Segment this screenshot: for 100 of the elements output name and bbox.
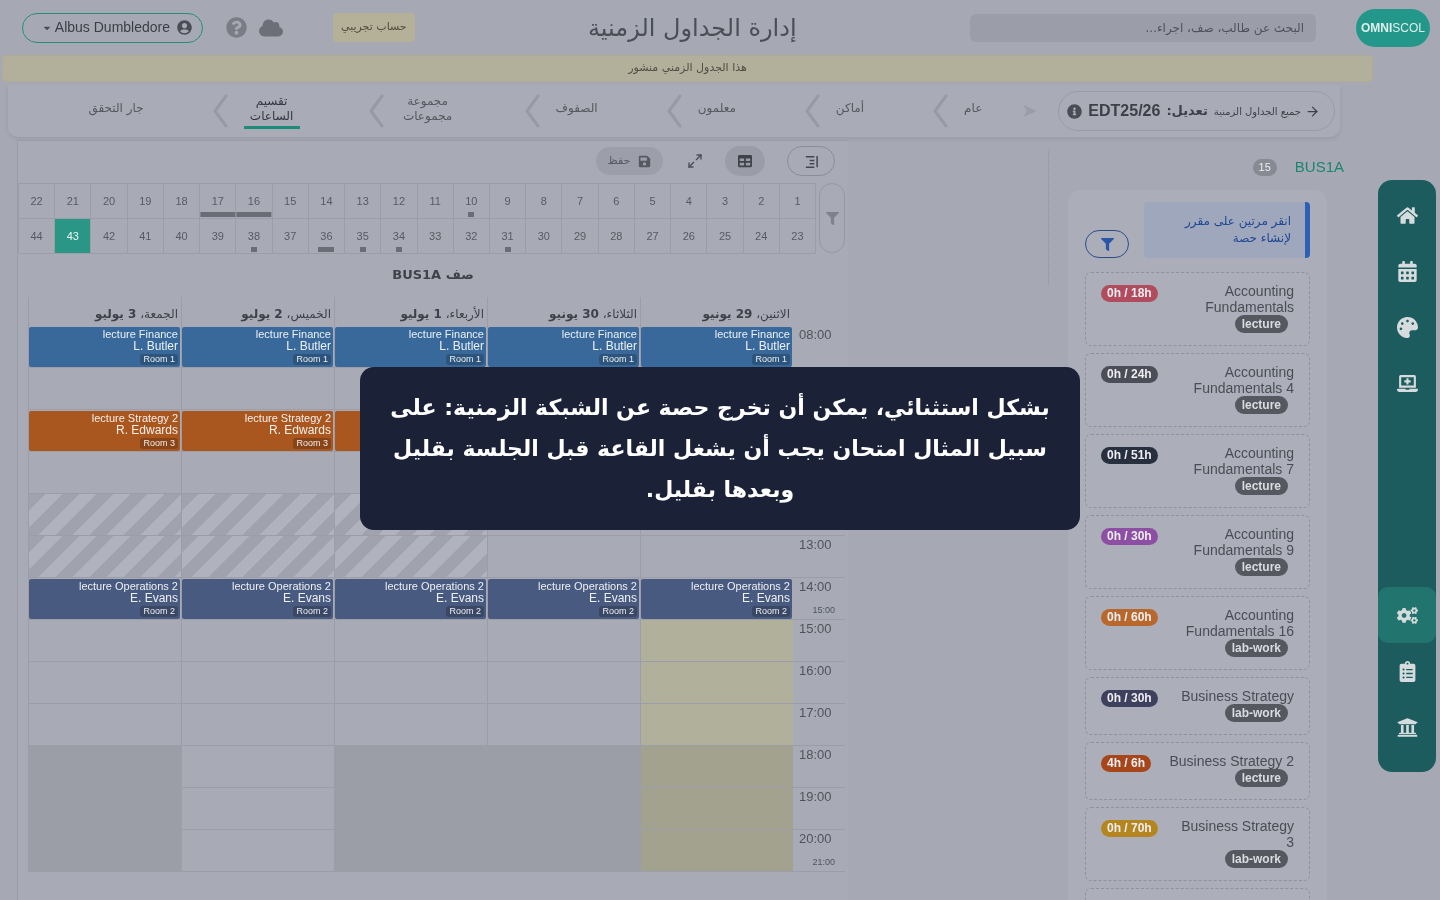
lesson-title: lecture Finance <box>102 328 178 340</box>
room-label: Room 3 <box>293 438 331 449</box>
week-cell[interactable]: 37 <box>272 219 309 254</box>
week-cell[interactable]: 40 <box>163 219 201 254</box>
step-tab[interactable]: الصفوف <box>555 101 598 121</box>
hour-label: 18:00 <box>798 746 832 762</box>
lesson-card[interactable]: lecture Operations 2 E. Evans Room 2 <box>488 579 639 619</box>
step-tab[interactable]: عام <box>964 101 983 121</box>
end-time-label: 21:00 <box>812 857 836 867</box>
lesson-card[interactable]: lecture Operations 2 E. Evans Room 2 <box>182 579 333 619</box>
lesson-card[interactable]: lecture Finance L. Butler Room 1 <box>29 327 180 367</box>
week-cell[interactable]: 20 <box>91 184 128 219</box>
week-cell[interactable]: 18 <box>163 184 201 219</box>
lesson-card[interactable]: lecture Finance L. Butler Room 1 <box>641 327 792 367</box>
week-cell[interactable]: 5 <box>634 184 672 219</box>
week-cell[interactable]: 11 <box>417 184 454 219</box>
week-cell[interactable]: 24 <box>743 219 780 254</box>
step-tab[interactable]: معلمون <box>697 101 736 121</box>
course-card[interactable]: Accounting Fundamentals 4 lecture 0h / 24h <box>1085 353 1310 427</box>
week-cell[interactable]: 13 <box>345 184 382 219</box>
week-cell[interactable]: 43 <box>55 219 92 254</box>
week-cell[interactable]: 41 <box>127 219 164 254</box>
hint-text: انقر مرتين على مقرر لإنشاء حصة <box>1183 213 1291 247</box>
lesson-card[interactable]: lecture Operations 2 E. Evans Room 2 <box>29 579 180 619</box>
lesson-card[interactable]: lecture Operations 2 E. Evans Room 2 <box>641 579 792 619</box>
teacher-name: R. Edwards <box>268 424 331 437</box>
week-cell[interactable]: 8 <box>526 184 563 219</box>
day-header: الاثنين، 29 يونيو <box>640 297 793 326</box>
lesson-card[interactable]: lecture Strategy 2 R. Edwards Room 3 <box>182 411 333 451</box>
nav-button[interactable] <box>1378 587 1436 643</box>
step-tab[interactable]: تقسيم الساعات <box>243 93 300 129</box>
week-cell[interactable]: 35 <box>345 219 382 254</box>
lesson-card[interactable]: lecture Finance L. Butler Room 1 <box>182 327 333 367</box>
count-badge: 15 <box>1252 159 1277 176</box>
week-cell[interactable]: 29 <box>562 219 599 254</box>
week-cell[interactable]: 12 <box>381 184 418 219</box>
week-cell[interactable]: 32 <box>453 219 490 254</box>
lesson-title: lecture Strategy 2 <box>244 412 331 424</box>
teacher-name: L. Butler <box>286 340 331 353</box>
room-label: Room 1 <box>140 354 178 365</box>
week-cell[interactable]: 26 <box>671 219 708 254</box>
week-cell[interactable]: 14 <box>308 184 346 219</box>
week-cell[interactable]: 6 <box>598 184 635 219</box>
week-cell[interactable]: 25 <box>707 219 744 254</box>
week-cell[interactable]: 38 <box>236 219 273 254</box>
week-cell[interactable]: 42 <box>91 219 128 254</box>
week-cell[interactable]: 15 <box>272 184 309 219</box>
search-field[interactable]: البحث عن طالب، صف، اجراء... <box>970 13 1316 42</box>
lesson-card[interactable]: lecture Finance L. Butler Room 1 <box>335 327 486 367</box>
user-icon <box>177 20 192 35</box>
week-cell[interactable]: 34 <box>381 219 418 254</box>
course-card[interactable]: Business Strategy 2 lecture 4h / 6h <box>1085 742 1310 800</box>
week-cell[interactable]: 33 <box>417 219 454 254</box>
step-tab[interactable]: أماكن <box>835 101 865 121</box>
week-cell[interactable]: 19 <box>127 184 164 219</box>
grid-view-button[interactable] <box>725 146 765 176</box>
course-card[interactable]: Accounting Fundamentals 9 lecture 0h / 30h <box>1085 515 1310 589</box>
filter-icon <box>825 211 839 225</box>
hour-label: 16:00 <box>798 662 832 678</box>
course-card[interactable]: Accounting Fundamentals 7 lecture 0h / 51h <box>1085 434 1310 508</box>
week-cell[interactable]: 10 <box>453 184 490 219</box>
week-cell[interactable]: 30 <box>526 219 563 254</box>
week-cell[interactable]: 23 <box>779 219 817 254</box>
teacher-name: L. Butler <box>439 340 484 353</box>
week-cell[interactable]: 31 <box>490 219 527 254</box>
back-link[interactable]: جميع الجداول الزمنية <box>1213 103 1320 119</box>
end-time-label: 15:00 <box>812 605 836 615</box>
week-cell[interactable]: 1 <box>779 184 817 219</box>
type-tag: lecture <box>1234 396 1288 414</box>
week-cell[interactable]: 39 <box>200 219 237 254</box>
published-banner: هذا الجدول الزمني منشور <box>2 55 1373 82</box>
course-card[interactable]: Business Strategy 3 lab-work 0h / 70h <box>1085 807 1310 881</box>
lesson-card[interactable]: lecture Operations 2 E. Evans Room 2 <box>335 579 486 619</box>
course-title: Business Strategy <box>1181 688 1294 704</box>
week-cell[interactable]: 22 <box>19 184 56 219</box>
info-icon[interactable] <box>1067 103 1083 119</box>
course-card[interactable]: Accounting Fundamentals 16 lab-work 0h / 60h <box>1085 596 1310 670</box>
course-title: Accounting Fundamentals <box>1204 283 1294 315</box>
course-card[interactable]: Accounting Fundamentals lecture 0h / 18h <box>1085 272 1310 346</box>
teacher-name: E. Evans <box>129 592 178 605</box>
lesson-card[interactable]: lecture Finance L. Butler Room 1 <box>488 327 639 367</box>
week-cell[interactable]: 36 <box>308 219 346 254</box>
room-label: Room 3 <box>140 438 178 449</box>
step-tab[interactable]: مجموعة مجموعات <box>399 93 456 129</box>
week-cell[interactable]: 16 <box>236 184 273 219</box>
course-card[interactable]: Business Strategy lab-work 0h / 30h <box>1085 677 1310 735</box>
week-cell[interactable]: 3 <box>707 184 744 219</box>
expand-icon[interactable] <box>687 153 703 169</box>
week-cell[interactable]: 17 <box>200 184 237 219</box>
week-cell[interactable]: 9 <box>490 184 527 219</box>
type-tag: lab-work <box>1224 850 1288 868</box>
week-cell[interactable]: 27 <box>634 219 672 254</box>
lesson-title: lecture Operations 2 <box>690 580 790 592</box>
room-label: Room 1 <box>599 354 637 365</box>
week-cell[interactable]: 2 <box>743 184 780 219</box>
week-cell[interactable]: 28 <box>598 219 635 254</box>
step-tab[interactable]: جار التحقق <box>88 101 144 121</box>
week-cell[interactable]: 7 <box>562 184 599 219</box>
lesson-card[interactable]: lecture Strategy 2 R. Edwards Room 3 <box>29 411 180 451</box>
week-cell[interactable]: 4 <box>671 184 708 219</box>
